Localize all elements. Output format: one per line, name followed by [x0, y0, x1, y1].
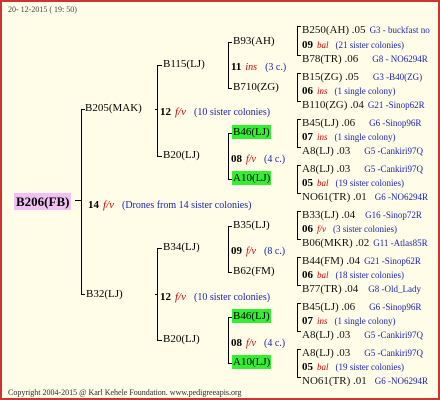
gen3-bee: A10(LJ): [232, 171, 272, 185]
gen4-lower: A8(LJ) .03 G5 -Cankiri97Q: [302, 329, 424, 341]
gen3-bee: B710(ZG): [233, 81, 279, 93]
gen2-bee: B20(LJ): [163, 149, 200, 161]
gen3-bee: B62(FM): [233, 265, 275, 277]
gen2-drone-info: 09 f/v (8 c.): [231, 245, 286, 257]
gen4-lower: B110(ZG) .04 G21 -Sinop62R: [302, 99, 425, 111]
gen4-lower: A8(LJ) .03 G5 -Cankiri97Q: [302, 145, 424, 157]
gen2-bee: B34(LJ): [163, 241, 200, 253]
gen1-bee: B205(MAK): [85, 102, 142, 114]
gen4-lower: B77(TR) .04 G8 -Old_Lady: [302, 283, 421, 295]
gen2-bee: B115(LJ): [163, 58, 205, 70]
root-drone-text: (Drones from 14 sister colonies): [122, 200, 252, 211]
gen3-bee: B93(AH): [233, 35, 275, 47]
gen2-drone-info: 11 ins (3 c.): [231, 61, 287, 73]
gen4-lower: B06(MKR) .02 G11 -Atlas85R: [302, 237, 428, 249]
gen4-lower: B78(TR) .06 G8 - NO6294R: [302, 53, 428, 65]
root-drone-count: 14: [88, 199, 99, 211]
gen4-lower: NO61(TR) .01 G6 -NO6294R: [302, 191, 429, 203]
pedigree-frame: 20- 12-2015 ( 19: 50) B206(FB) 14 f/v (D…: [0, 0, 440, 400]
root-bee: B206(FB): [14, 193, 72, 210]
root-drone-info: 14 f/v (Drones from 14 sister colonies): [88, 196, 251, 212]
gen3-bee: B35(LJ): [233, 219, 270, 231]
gen3-bee: B46(LJ): [232, 309, 271, 323]
gen3-bee: A10(LJ): [232, 355, 272, 369]
date-stamp: 20- 12-2015 ( 19: 50): [8, 5, 77, 14]
gen4-lower: NO61(TR) .01 G6 -NO6294R: [302, 375, 429, 387]
root-drone-mark: f/v: [103, 199, 114, 211]
gen2-drone-info: 08 f/v (4 c.): [231, 153, 286, 165]
copyright-footer: Copyright 2004-2015 @ Karl Kehele Founda…: [8, 388, 242, 397]
gen1-drone-info: 12 f/v (10 sister colonies): [160, 291, 271, 303]
gen2-bee: B20(LJ): [163, 333, 200, 345]
gen1-bee: B32(LJ): [86, 288, 123, 300]
gen1-drone-info: 12 f/v (10 sister colonies): [160, 106, 271, 118]
gen2-drone-info: 08 f/v (4 c.): [231, 337, 286, 349]
gen4-upper: B250(AH) .05 G3 - buckfast no: [302, 24, 430, 36]
root-bee-label: B206(FB): [14, 193, 72, 210]
gen3-bee: B46(LJ): [232, 125, 271, 139]
